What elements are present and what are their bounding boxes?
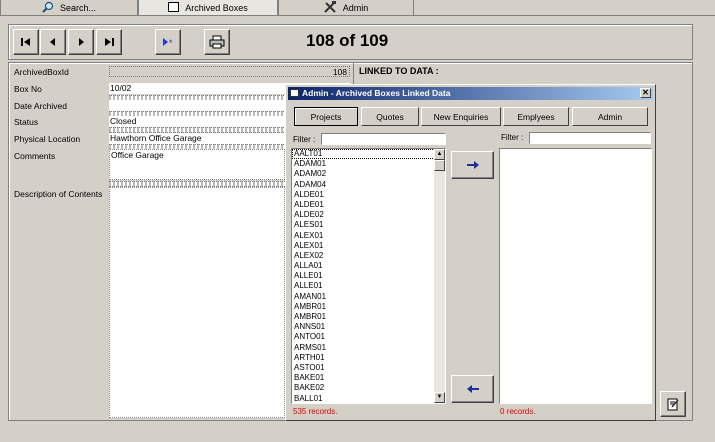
tab-archived-boxes-label: Archived Boxes [185, 2, 248, 13]
add-link-button[interactable] [451, 151, 494, 179]
new-record-icon: * [163, 38, 173, 47]
tab-strip-line [414, 15, 715, 16]
scroll-thumb[interactable] [434, 160, 445, 171]
list-item[interactable]: ALDE01 [292, 200, 445, 210]
list-item[interactable]: ALDE01 [292, 190, 445, 200]
list-item[interactable]: ALEX02 [292, 251, 445, 261]
list-item[interactable]: ASTO01 [292, 363, 445, 373]
first-record-button[interactable] [13, 29, 39, 55]
last-record-button[interactable] [96, 29, 122, 55]
tab-admin-label: Admin [342, 2, 369, 13]
scroll-up-button[interactable]: ▲ [434, 149, 445, 160]
status-label: Status [14, 117, 39, 127]
last-record-icon [105, 38, 114, 46]
previous-record-button[interactable] [40, 29, 66, 55]
list-item[interactable]: AALT01 [292, 149, 445, 160]
box-no-label: Box No [14, 84, 42, 94]
notepad-icon [667, 398, 679, 411]
archived-box-id-label: ArchivedBoxId [14, 67, 69, 77]
list-item[interactable]: AMBR01 [292, 312, 445, 322]
tab-admin-dialog[interactable]: Admin [572, 107, 648, 126]
list-item[interactable]: ARTH01 [292, 353, 445, 363]
list-item[interactable]: ANTO01 [292, 332, 445, 342]
tab-emplyees[interactable]: Emplyees [503, 107, 569, 126]
right-filter-label: Filter : [501, 133, 524, 142]
tab-projects[interactable]: Projects [294, 107, 358, 126]
tab-new-enquiries[interactable]: New Enquiries [421, 107, 501, 126]
date-archived-label: Date Archived [14, 101, 67, 111]
description-label: Description of Contents [14, 189, 103, 199]
box-icon [168, 1, 180, 14]
list-item[interactable]: ALLA01 [292, 261, 445, 271]
linked-items-list[interactable] [499, 148, 652, 404]
close-button[interactable]: ✕ [640, 88, 651, 98]
available-items: AALT01 ADAM01 ADAM02 ADAM04 ALDE01 ALDE01 ALDE… [292, 149, 445, 404]
previous-icon [50, 38, 55, 46]
list-item[interactable]: ARMS01 [292, 343, 445, 353]
list-item[interactable]: BALL01 [292, 394, 445, 404]
new-record-button[interactable]: * [155, 29, 181, 55]
right-filter-input[interactable] [529, 132, 651, 144]
remove-link-button[interactable] [451, 375, 494, 403]
list-item[interactable]: ALDE02 [292, 210, 445, 220]
list-item[interactable]: ANNS01 [292, 322, 445, 332]
arrow-left-icon [466, 385, 479, 393]
list-item[interactable]: ADAM01 [292, 159, 445, 169]
print-button[interactable] [204, 29, 230, 55]
record-counter: 108 of 109 [306, 31, 389, 50]
description-field[interactable] [109, 187, 285, 418]
list-item[interactable]: ALEX01 [292, 241, 445, 251]
notes-button[interactable] [660, 391, 686, 417]
left-record-count: 535 records. [293, 407, 338, 416]
list-item[interactable]: ADAM02 [292, 169, 445, 179]
printer-icon [209, 35, 225, 49]
tab-admin[interactable]: Admin [278, 0, 414, 16]
left-filter-label: Filter : [293, 135, 316, 144]
tools-icon [324, 0, 337, 15]
svg-text:*: * [169, 38, 173, 47]
left-filter-input[interactable] [321, 133, 446, 145]
right-record-count: 0 records. [500, 407, 536, 416]
form-icon [290, 89, 299, 97]
comments-label: Comments [14, 151, 56, 161]
list-item[interactable]: AMBR01 [292, 302, 445, 312]
first-record-icon [21, 38, 30, 46]
list-item[interactable]: BAKE02 [292, 383, 445, 393]
comments-field[interactable]: Office Garage [109, 149, 285, 180]
linked-to-data-label: LINKED TO DATA : [359, 66, 439, 76]
list-item[interactable]: ALLE01 [292, 281, 445, 291]
list-item[interactable]: ALLE01 [292, 271, 445, 281]
list-scrollbar[interactable]: ▲ ▼ [434, 149, 445, 403]
list-item[interactable]: ALES01 [292, 220, 445, 230]
list-item[interactable]: AMAN01 [292, 292, 445, 302]
available-items-list[interactable]: AALT01 ADAM01 ADAM02 ADAM04 ALDE01 ALDE01 ALDE… [291, 148, 446, 404]
close-icon: ✕ [642, 88, 649, 97]
magnifier-icon [42, 1, 54, 15]
comments-value: Office Garage [111, 150, 164, 160]
scroll-down-button[interactable]: ▼ [434, 392, 445, 403]
list-item[interactable]: ADAM04 [292, 180, 445, 190]
tab-quotes[interactable]: Quotes [361, 107, 419, 126]
arrow-right-icon [466, 161, 479, 169]
next-record-button[interactable] [68, 29, 94, 55]
list-item[interactable]: BAKE01 [292, 373, 445, 383]
dialog-titlebar: Admin - Archived Boxes Linked Data ✕ [288, 87, 653, 100]
linked-data-dialog: Admin - Archived Boxes Linked Data ✕ Pro… [285, 84, 656, 421]
archived-box-id-field: 108 [109, 66, 350, 77]
dialog-title: Admin - Archived Boxes Linked Data [302, 88, 451, 98]
tab-search[interactable]: Search... [0, 0, 138, 16]
tab-archived-boxes[interactable]: Archived Boxes [138, 0, 278, 16]
next-icon [79, 38, 84, 46]
list-item[interactable]: ALEX01 [292, 231, 445, 241]
physical-location-label: Physical Location [14, 134, 81, 144]
tab-search-label: Search... [59, 2, 97, 13]
